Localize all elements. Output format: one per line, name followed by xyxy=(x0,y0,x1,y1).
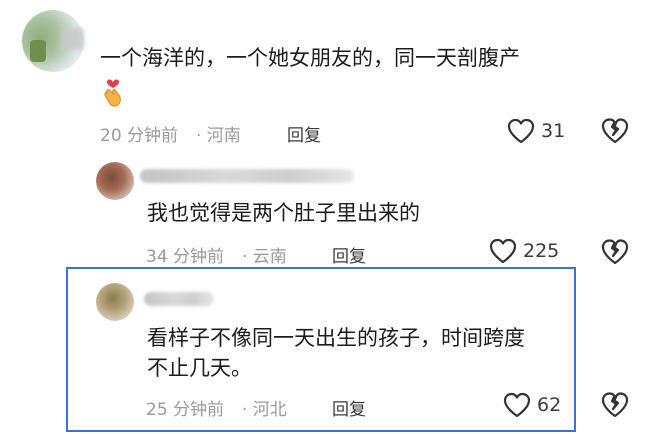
reply-button[interactable]: 回复 xyxy=(332,242,366,267)
comment-time: 20 分钟前 xyxy=(100,126,179,146)
heart-outline-icon xyxy=(503,392,531,418)
heart-outline-icon xyxy=(507,118,535,144)
like-count: 31 xyxy=(541,120,566,142)
username-blurred xyxy=(144,292,214,306)
avatar[interactable] xyxy=(96,283,134,321)
dislike-button[interactable] xyxy=(601,238,629,270)
hand-heart-icon xyxy=(101,77,125,113)
comment-text: 我也觉得是两个肚子里出来的 xyxy=(147,201,420,225)
comment-time: 34 分钟前 xyxy=(146,247,225,267)
broken-heart-icon xyxy=(601,239,629,265)
like-count: 62 xyxy=(537,394,562,416)
like-button[interactable]: 225 xyxy=(489,238,559,264)
like-button[interactable]: 31 xyxy=(507,118,565,144)
dislike-button[interactable] xyxy=(601,391,629,423)
broken-heart-icon xyxy=(601,392,629,418)
reply-button[interactable]: 回复 xyxy=(287,121,321,146)
comment-location: · 河南 xyxy=(196,126,241,146)
username-blurred xyxy=(140,169,354,183)
comment-time: 25 分钟前 xyxy=(146,400,225,420)
dislike-button[interactable] xyxy=(601,117,629,149)
avatar[interactable] xyxy=(96,162,134,200)
reply-button[interactable]: 回复 xyxy=(332,395,366,420)
comment-text-line-2: 不止几天。 xyxy=(147,356,252,380)
heart-outline-icon xyxy=(489,238,517,264)
comment-text: 一个海洋的，一个她女朋友的，同一天剖腹产 xyxy=(100,46,520,70)
comment-location: · 河北 xyxy=(242,400,287,420)
like-button[interactable]: 62 xyxy=(503,392,561,418)
like-count: 225 xyxy=(523,240,560,262)
comment-location: · 云南 xyxy=(242,247,287,267)
broken-heart-icon xyxy=(601,118,629,144)
username-blurred xyxy=(60,28,84,50)
comment-text-line-1: 看样子不像同一天出生的孩子，时间跨度 xyxy=(147,326,525,350)
